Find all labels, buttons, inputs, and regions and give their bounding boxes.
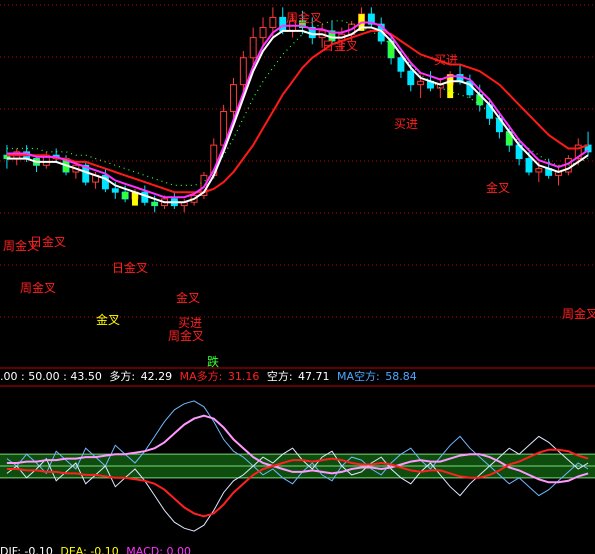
dif-readout: DIF: -0.10 bbox=[0, 545, 53, 554]
signal-mai-jin: 买进 bbox=[178, 316, 202, 330]
candle[interactable] bbox=[230, 84, 237, 113]
candle[interactable] bbox=[407, 70, 415, 86]
dea-readout: DEA: -0.10 bbox=[60, 545, 119, 554]
signal-zhou-jin-cha: 周金叉 bbox=[20, 280, 56, 295]
ma-kongfang-label: MA空方: bbox=[337, 370, 380, 383]
candle[interactable] bbox=[279, 16, 287, 32]
macd-readout: MACD: 0.00 bbox=[126, 545, 191, 554]
macd-readout-bar: DIF: -0.10 DEA: -0.10 MACD: 0.00 bbox=[0, 546, 191, 554]
ma-magenta-line bbox=[6, 21, 589, 199]
down-volume-marker bbox=[151, 202, 158, 206]
kongfang-value: 47.71 bbox=[298, 370, 330, 383]
candle[interactable] bbox=[269, 16, 277, 29]
candle[interactable] bbox=[239, 57, 247, 86]
signal-mai-jin: 买进 bbox=[394, 117, 418, 131]
highlight-candle bbox=[132, 192, 138, 206]
signal-jin-cha: 金叉 bbox=[96, 312, 120, 327]
duofang-label: 多方: bbox=[109, 370, 136, 383]
highlight-candle bbox=[447, 74, 454, 99]
down-volume-marker bbox=[122, 192, 129, 199]
ma-kongfang-value: 58.84 bbox=[385, 370, 417, 383]
signal-die: 跌 bbox=[207, 354, 219, 369]
kongfang-label: 空方: bbox=[266, 370, 293, 383]
signal-jin-cha: 金叉 bbox=[176, 290, 200, 305]
signal-ri-jin-cha: 日金叉 bbox=[112, 260, 148, 275]
ma-slow-line bbox=[6, 29, 589, 194]
candle[interactable] bbox=[535, 168, 543, 173]
signal-ri-jin-cha: 日金叉 bbox=[322, 38, 358, 53]
signal-zhou-jin-cha: 周金叉 bbox=[168, 328, 204, 343]
ma-duofang-value: 31.16 bbox=[227, 370, 260, 383]
candle[interactable] bbox=[111, 188, 119, 193]
duofang-value: 42.29 bbox=[140, 370, 173, 383]
stock-chart-window: 周金叉 日金叉 周金叉 日金叉 金叉 金叉 买进 周金叉 周金叉 日金叉 买进 买进 金叉 周金叉跌 .0… bbox=[0, 0, 595, 554]
signal-ri-jin-cha: 日金叉 bbox=[30, 234, 66, 249]
indicator-readout-bar: .00 : 50.00 : 43.50 多方: 42.29 MA多方: 31.1… bbox=[0, 370, 417, 384]
candle[interactable] bbox=[525, 158, 533, 173]
ma-duofang-label: MA多方: bbox=[179, 370, 223, 383]
candle[interactable] bbox=[259, 27, 267, 39]
osc-kongfang-line bbox=[6, 400, 589, 497]
candle[interactable] bbox=[249, 37, 257, 59]
signal-zhou-jin-cha: 周金叉 bbox=[286, 10, 322, 25]
signal-zhou-jin-cha: 周金叉 bbox=[562, 306, 595, 321]
signal-jin-cha: 金叉 bbox=[486, 180, 510, 195]
readout-prefix: .00 : 50.00 : 43.50 bbox=[0, 370, 102, 383]
chart-canvas[interactable]: 周金叉日金叉周金叉日金叉金叉金叉买进周金叉周金叉日金叉买进买进金叉周金叉跌 bbox=[0, 0, 595, 554]
signal-mai-jin: 买进 bbox=[434, 53, 458, 67]
candle[interactable] bbox=[417, 80, 425, 86]
candle[interactable] bbox=[397, 57, 405, 72]
osc-duofang-line bbox=[6, 435, 589, 532]
